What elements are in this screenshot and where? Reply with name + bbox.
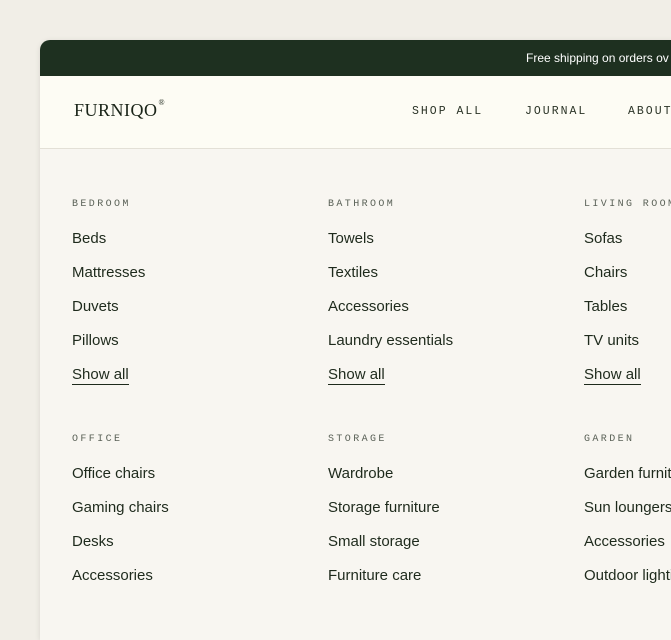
promo-banner: Free shipping on orders ov bbox=[40, 40, 671, 76]
promo-text: Free shipping on orders ov bbox=[526, 51, 669, 65]
category-title: BATHROOM bbox=[328, 199, 396, 210]
show-all-label: Show all bbox=[584, 366, 641, 385]
menu-link[interactable]: Mattresses bbox=[72, 263, 312, 297]
nav-journal[interactable]: JOURNAL bbox=[525, 105, 587, 118]
menu-link[interactable]: Textiles bbox=[328, 263, 568, 297]
menu-link[interactable]: Tables bbox=[584, 297, 671, 331]
menu-link[interactable]: Laundry essentials bbox=[328, 331, 568, 365]
menu-link[interactable]: Accessories bbox=[328, 297, 568, 331]
menu-link[interactable]: Gaming chairs bbox=[72, 498, 312, 532]
menu-link[interactable]: Wardrobe bbox=[328, 464, 568, 498]
menu-link[interactable]: Sun loungers bbox=[584, 498, 671, 532]
menu-link[interactable]: Desks bbox=[72, 532, 312, 566]
menu-group-living-room: LIVING ROOM Sofas Chairs Tables TV units… bbox=[584, 199, 671, 399]
menu-link[interactable]: Garden furniture bbox=[584, 464, 671, 498]
menu-group-garden: GARDEN Garden furniture Sun loungers Acc… bbox=[584, 434, 671, 600]
show-all-label: Show all bbox=[328, 366, 385, 385]
show-all-label: Show all bbox=[72, 366, 129, 385]
nav-about[interactable]: ABOUT bbox=[628, 105, 671, 118]
menu-link[interactable]: Sofas bbox=[584, 229, 671, 263]
show-all-link[interactable]: Show all bbox=[328, 365, 568, 399]
browser-window: Free shipping on orders ov FURNIQO® SHOP… bbox=[40, 40, 671, 640]
menu-link[interactable]: Office chairs bbox=[72, 464, 312, 498]
menu-link[interactable]: Furniture care bbox=[328, 566, 568, 600]
menu-group-bathroom: BATHROOM Towels Textiles Accessories Lau… bbox=[328, 199, 568, 399]
menu-link[interactable]: Chairs bbox=[584, 263, 671, 297]
menu-link[interactable]: Accessories bbox=[584, 532, 671, 566]
show-all-link[interactable]: Show all bbox=[72, 365, 312, 399]
menu-link[interactable]: Accessories bbox=[72, 566, 312, 600]
category-title: GARDEN bbox=[584, 434, 635, 445]
registered-mark: ® bbox=[158, 98, 166, 107]
menu-group-storage: STORAGE Wardrobe Storage furniture Small… bbox=[328, 434, 568, 600]
menu-link[interactable]: Small storage bbox=[328, 532, 568, 566]
logo[interactable]: FURNIQO® bbox=[74, 98, 166, 121]
show-all-link[interactable]: Show all bbox=[584, 365, 671, 399]
nav-shop-all[interactable]: SHOP ALL bbox=[412, 105, 483, 118]
category-title: STORAGE bbox=[328, 434, 387, 445]
menu-link[interactable]: TV units bbox=[584, 331, 671, 365]
menu-group-bedroom: BEDROOM Beds Mattresses Duvets Pillows S… bbox=[72, 199, 312, 399]
menu-link[interactable]: Duvets bbox=[72, 297, 312, 331]
category-title: LIVING ROOM bbox=[584, 199, 671, 210]
menu-link[interactable]: Outdoor lighting bbox=[584, 566, 671, 600]
logo-text: FURNIQO bbox=[74, 100, 158, 120]
menu-link[interactable]: Beds bbox=[72, 229, 312, 263]
site-header: FURNIQO® SHOP ALL JOURNAL ABOUT bbox=[40, 76, 671, 149]
category-title: BEDROOM bbox=[72, 199, 131, 210]
menu-link[interactable]: Storage furniture bbox=[328, 498, 568, 532]
menu-link[interactable]: Towels bbox=[328, 229, 568, 263]
menu-group-office: OFFICE Office chairs Gaming chairs Desks… bbox=[72, 434, 312, 600]
menu-link[interactable]: Pillows bbox=[72, 331, 312, 365]
category-title: OFFICE bbox=[72, 434, 123, 445]
